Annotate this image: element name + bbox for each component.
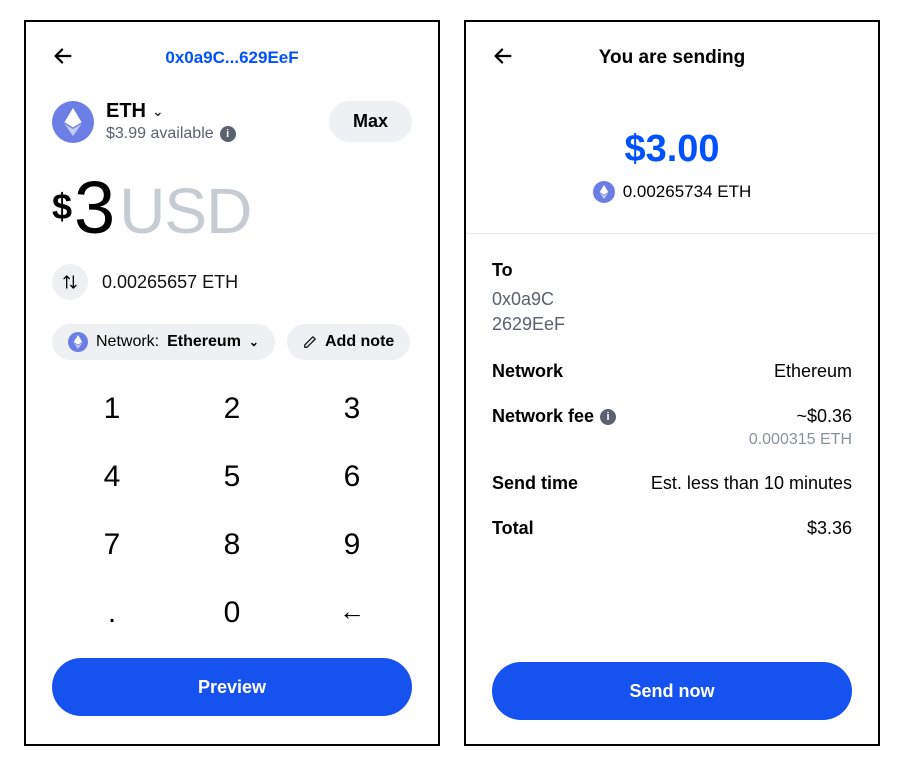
back-button[interactable] — [492, 45, 514, 71]
chip-row: Network: Ethereum ⌄ Add note — [52, 324, 412, 360]
asset-row: ETH ⌄ $3.99 available i Max — [52, 100, 412, 143]
back-button[interactable] — [52, 45, 74, 71]
to-address: 0x0a9C 2629EeF — [492, 287, 852, 337]
key-dot[interactable]: . — [52, 582, 172, 644]
available-text: $3.99 available — [106, 125, 214, 143]
total-value: $3.36 — [807, 518, 852, 539]
chevron-down-icon: ⌄ — [249, 335, 259, 349]
preview-button[interactable]: Preview — [52, 658, 412, 716]
total-label: Total — [492, 518, 534, 539]
key-4[interactable]: 4 — [52, 446, 172, 508]
amount-value: 3 — [74, 165, 113, 250]
network-chip-label: Network: — [96, 333, 159, 351]
header: You are sending — [492, 40, 852, 76]
available-balance: $3.99 available i — [106, 125, 236, 143]
converted-amount: 0.00265657 ETH — [102, 272, 238, 293]
eth-icon — [52, 101, 94, 143]
network-fee-usd: ~$0.36 — [749, 406, 852, 427]
chevron-down-icon: ⌄ — [152, 103, 164, 120]
to-address-line1: 0x0a9C — [492, 287, 852, 312]
numeric-keypad: 1 2 3 4 5 6 7 8 9 . 0 ← — [52, 378, 412, 644]
page-title: You are sending — [599, 47, 745, 69]
to-address-line2: 2629EeF — [492, 312, 852, 337]
info-icon[interactable]: i — [220, 126, 236, 142]
key-6[interactable]: 6 — [292, 446, 412, 508]
network-chip-value: Ethereum — [167, 333, 241, 351]
send-time-row: Send time Est. less than 10 minutes — [492, 473, 852, 494]
recipient-address-link: 0x0a9C...629EeF — [52, 48, 412, 68]
summary-amount-eth: 0.00265734 ETH — [623, 182, 752, 202]
summary-amount-usd: $3.00 — [492, 128, 852, 171]
pencil-icon — [303, 335, 317, 349]
send-confirm-screen: You are sending $3.00 0.00265734 ETH To … — [464, 20, 880, 746]
to-label: To — [492, 260, 852, 281]
add-note-button[interactable]: Add note — [287, 324, 410, 360]
key-9[interactable]: 9 — [292, 514, 412, 576]
key-5[interactable]: 5 — [172, 446, 292, 508]
network-fee-eth: 0.000315 ETH — [749, 431, 852, 449]
send-now-button[interactable]: Send now — [492, 662, 852, 720]
currency-code: USD — [119, 174, 251, 248]
network-row: Network Ethereum — [492, 361, 852, 382]
send-time-value: Est. less than 10 minutes — [651, 473, 852, 494]
to-section: To 0x0a9C 2629EeF — [492, 260, 852, 337]
summary-amount-eth-row: 0.00265734 ETH — [492, 181, 852, 203]
key-3[interactable]: 3 — [292, 378, 412, 440]
currency-symbol: $ — [52, 186, 72, 228]
network-label: Network — [492, 361, 563, 382]
asset-symbol: ETH — [106, 100, 146, 123]
amount-display: $ 3 USD — [52, 165, 412, 250]
network-fee-label: Network fee — [492, 406, 594, 427]
divider — [466, 233, 878, 234]
key-8[interactable]: 8 — [172, 514, 292, 576]
send-time-label: Send time — [492, 473, 578, 494]
eth-icon — [68, 332, 88, 352]
eth-icon — [593, 181, 615, 203]
send-amount-screen: 0x0a9C...629EeF ETH ⌄ $3.99 available i … — [24, 20, 440, 746]
key-7[interactable]: 7 — [52, 514, 172, 576]
network-selector[interactable]: Network: Ethereum ⌄ — [52, 324, 275, 360]
network-fee-row: Network fee i ~$0.36 0.000315 ETH — [492, 406, 852, 449]
add-note-label: Add note — [325, 333, 394, 351]
key-0[interactable]: 0 — [172, 582, 292, 644]
key-1[interactable]: 1 — [52, 378, 172, 440]
max-button[interactable]: Max — [329, 101, 412, 142]
key-backspace[interactable]: ← — [292, 582, 412, 644]
info-icon[interactable]: i — [600, 409, 616, 425]
key-2[interactable]: 2 — [172, 378, 292, 440]
conversion-row: 0.00265657 ETH — [52, 264, 412, 300]
header: 0x0a9C...629EeF — [52, 40, 412, 76]
asset-selector[interactable]: ETH ⌄ — [106, 100, 236, 123]
total-row: Total $3.36 — [492, 518, 852, 539]
swap-currency-button[interactable] — [52, 264, 88, 300]
network-value: Ethereum — [774, 361, 852, 382]
